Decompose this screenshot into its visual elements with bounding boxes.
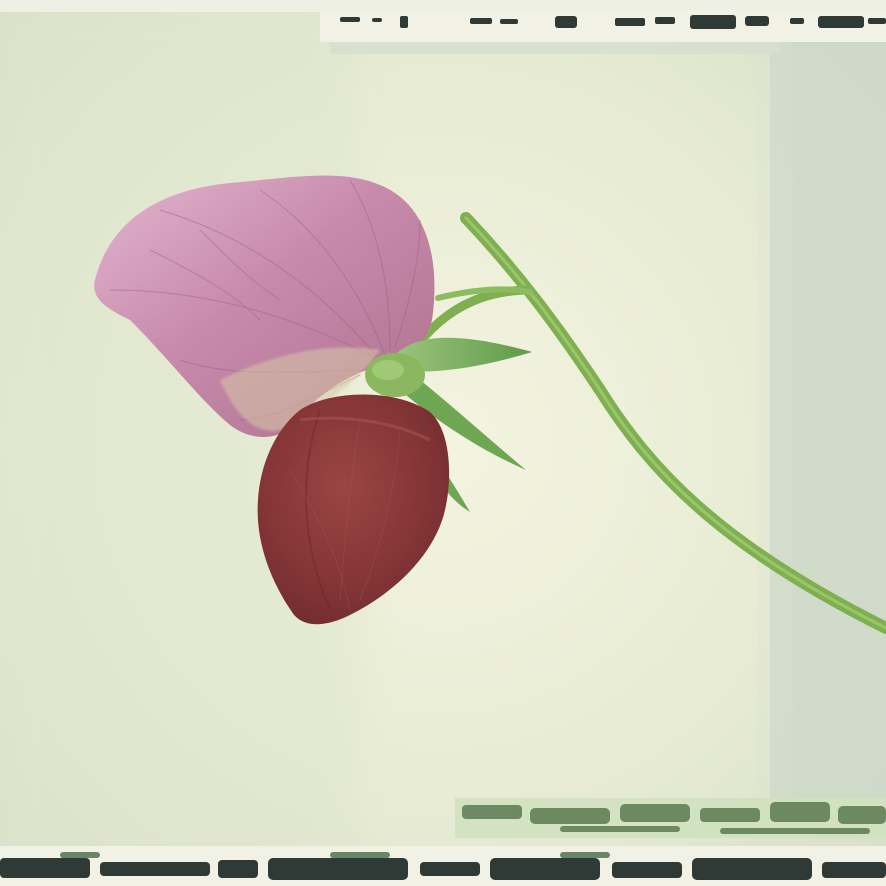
photograph (0, 0, 886, 886)
inner-frame-band (330, 40, 780, 54)
